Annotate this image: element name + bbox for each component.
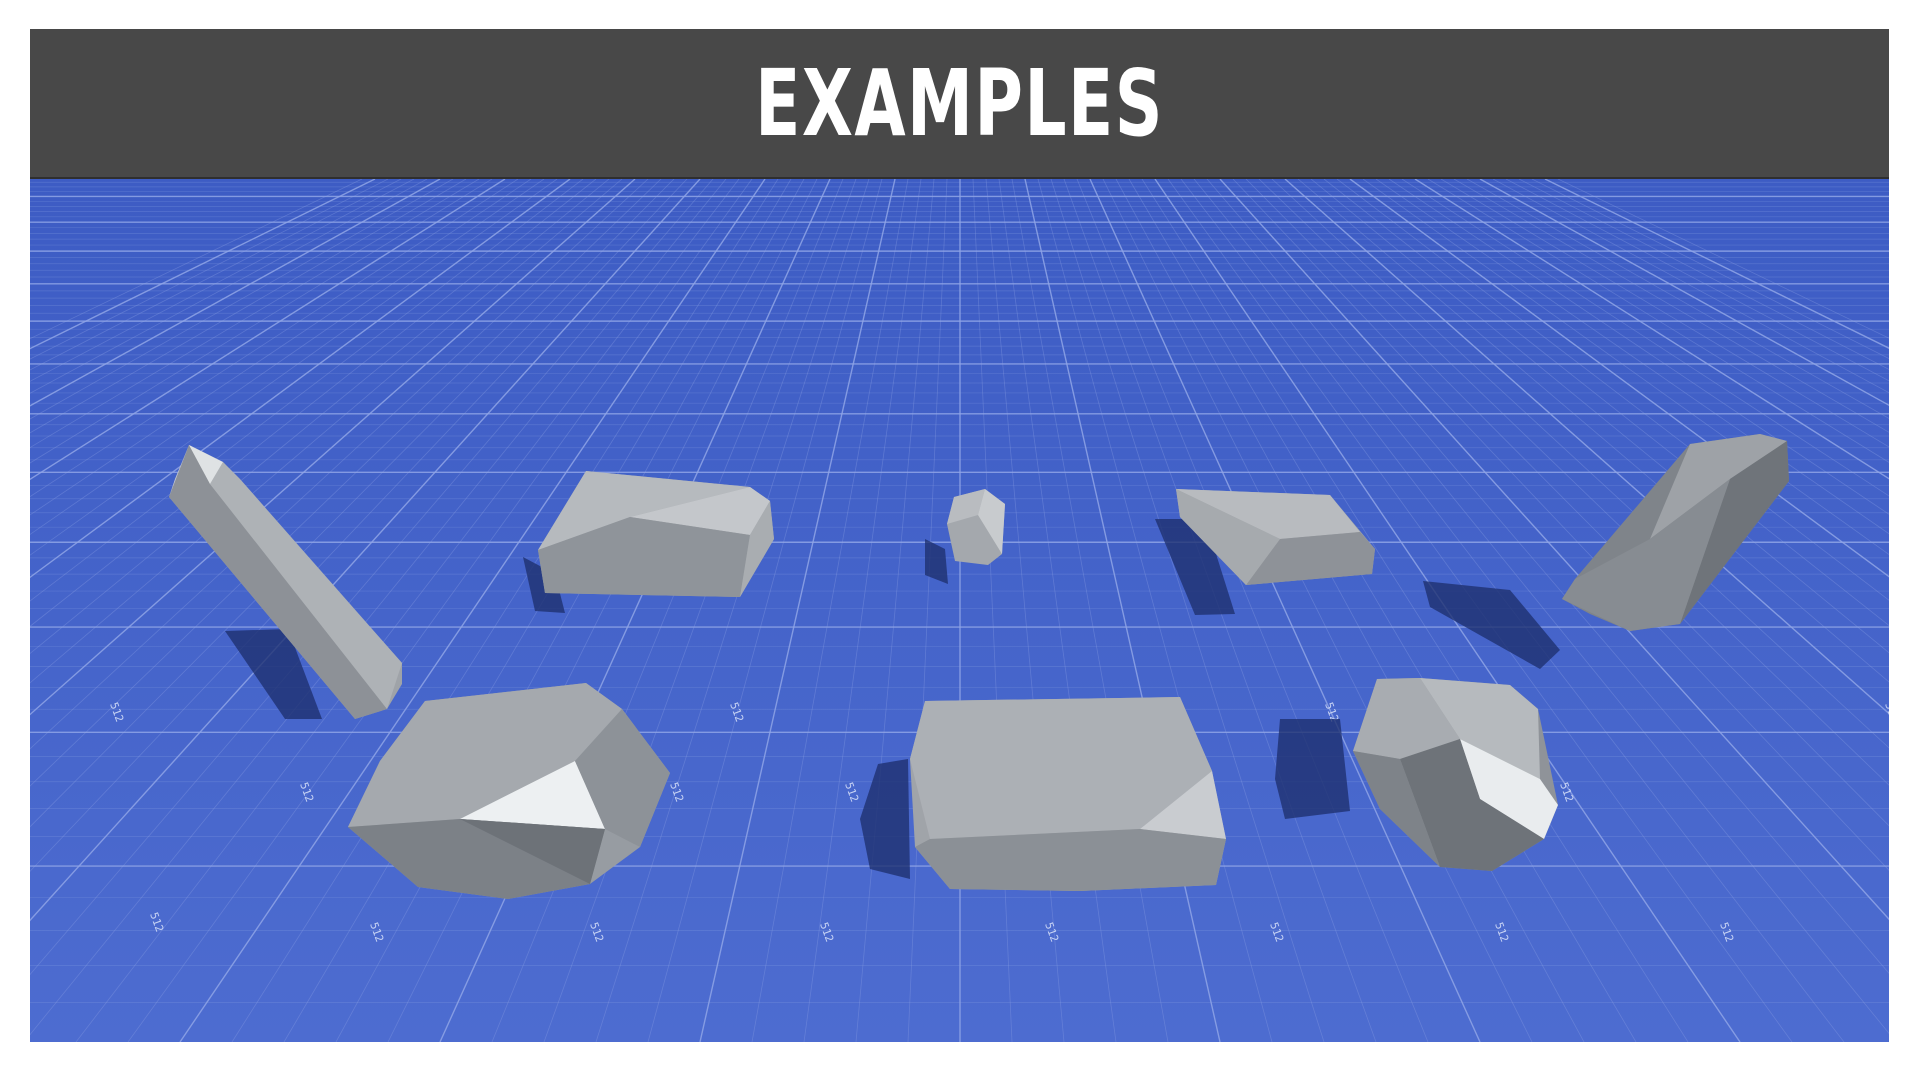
title-bar: EXAMPLES [30,29,1889,179]
block-front-center [910,697,1226,891]
page-title: EXAMPLES [755,50,1164,157]
examples-panel: EXAMPLES 512 512 512 512 512 512 512 512 512 512 5… [30,29,1889,1042]
small-cube-rock [947,489,1005,565]
scene-viewport: 512 512 512 512 512 512 512 512 512 512 512 512 512 5… [30,179,1889,1042]
scene-canvas: 512 512 512 512 512 512 512 512512 512 512 512512 5… [30,179,1889,1042]
shadow-boulder-front-right [1275,719,1350,819]
